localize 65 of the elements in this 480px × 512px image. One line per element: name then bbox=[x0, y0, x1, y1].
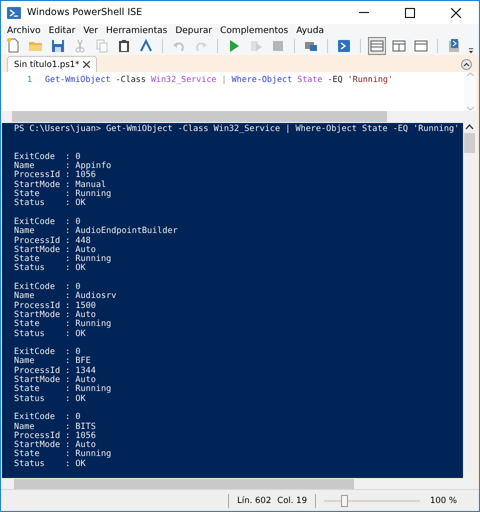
menu-item[interactable]: Depurar bbox=[171, 26, 216, 36]
close-icon bbox=[451, 8, 461, 18]
column-indicator: Col. 19 bbox=[277, 496, 307, 506]
output-line: Status : OK bbox=[14, 460, 87, 469]
output-line: StartMode : Auto bbox=[14, 441, 96, 450]
output-line: Status : OK bbox=[14, 394, 87, 404]
output-line: State : Running bbox=[14, 385, 112, 394]
output-line: Name : BITS bbox=[14, 422, 97, 432]
output-line: State : Running bbox=[14, 450, 112, 460]
window-title: Windows PowerShell ISE bbox=[27, 7, 144, 18]
stop-icon bbox=[270, 38, 286, 54]
menu-item[interactable]: Ayuda bbox=[292, 26, 328, 36]
scrollbar[interactable] bbox=[2, 479, 476, 489]
zoom-level: 100 % bbox=[430, 496, 457, 506]
line-number: 1 bbox=[26, 74, 33, 85]
output-line: ExitCode : 0 bbox=[14, 413, 82, 422]
scrollbar[interactable] bbox=[463, 123, 476, 478]
output-line: ProcessId : 1344 bbox=[14, 366, 97, 376]
toolbar-button[interactable] bbox=[335, 37, 353, 55]
toolbar-button[interactable] bbox=[49, 37, 67, 55]
output-line: State : Running bbox=[14, 320, 112, 330]
toolbar-button[interactable] bbox=[368, 37, 386, 55]
scrollbar-thumb[interactable] bbox=[464, 133, 475, 153]
output-line: ProcessId : 1500 bbox=[14, 302, 97, 311]
scrollbar-thumb[interactable] bbox=[14, 479, 354, 489]
output-line: Name : Audiosrv bbox=[14, 292, 118, 302]
menu-item[interactable]: Herramientas bbox=[102, 26, 172, 36]
output-line: StartMode : Manual bbox=[14, 180, 106, 190]
output-line: State : Running bbox=[14, 255, 112, 264]
menu-item[interactable]: Archivo bbox=[3, 26, 45, 36]
code-line: Get-WmiObject -Class Win32_Service | Where-Object State -EQ 'Running' bbox=[45, 74, 394, 85]
output-line: ExitCode : 0 bbox=[14, 152, 81, 162]
run-selection-icon bbox=[248, 38, 264, 54]
zoom-slider[interactable] bbox=[341, 494, 348, 506]
output-line: Name : Appinfo bbox=[14, 162, 112, 172]
menu-item[interactable]: Complementos bbox=[216, 26, 292, 36]
output-line: ExitCode : 0 bbox=[14, 283, 81, 292]
output-line: ExitCode : 0 bbox=[14, 348, 81, 358]
output-line: Name : AudioEndpointBuilder bbox=[14, 227, 179, 236]
collapse-icon[interactable] bbox=[461, 59, 472, 70]
console-prompt: PS C:\Users\juan> Get-WmiObject -Class Win32_Service | Where-Object State -EQ 'Running' bbox=[14, 125, 460, 134]
file-tab[interactable]: Sin título1.ps1* bbox=[7, 56, 98, 72]
output-line: Status : OK bbox=[14, 330, 87, 339]
output-line: ProcessId : 448 bbox=[14, 236, 91, 246]
scrollbar-thumb[interactable] bbox=[12, 111, 387, 122]
output-line: StartMode : Auto bbox=[14, 246, 96, 255]
output-line: StartMode : Auto bbox=[14, 310, 96, 320]
copy-icon bbox=[94, 38, 110, 54]
output-line: Name : BFE bbox=[14, 357, 92, 366]
scrollbar[interactable] bbox=[464, 72, 476, 111]
menu-item[interactable]: Editar bbox=[44, 26, 80, 36]
output-line: StartMode : Auto bbox=[14, 376, 96, 386]
pane-top-icon bbox=[369, 38, 385, 54]
maximize-icon bbox=[405, 8, 415, 18]
close-icon[interactable] bbox=[83, 61, 90, 68]
output-line: State : Running bbox=[14, 190, 112, 200]
output-line: ExitCode : 0 bbox=[14, 218, 81, 227]
scrollbar[interactable] bbox=[2, 111, 476, 122]
output-line: ProcessId : 1056 bbox=[14, 171, 97, 180]
powershell-icon bbox=[7, 6, 21, 18]
output-line: ProcessId : 1056 bbox=[14, 432, 97, 441]
output-line: Status : OK bbox=[14, 199, 87, 209]
menu-item[interactable]: Ver bbox=[79, 26, 102, 36]
output-line: Status : OK bbox=[14, 264, 87, 274]
line-indicator: Lín. 602 bbox=[237, 496, 272, 506]
